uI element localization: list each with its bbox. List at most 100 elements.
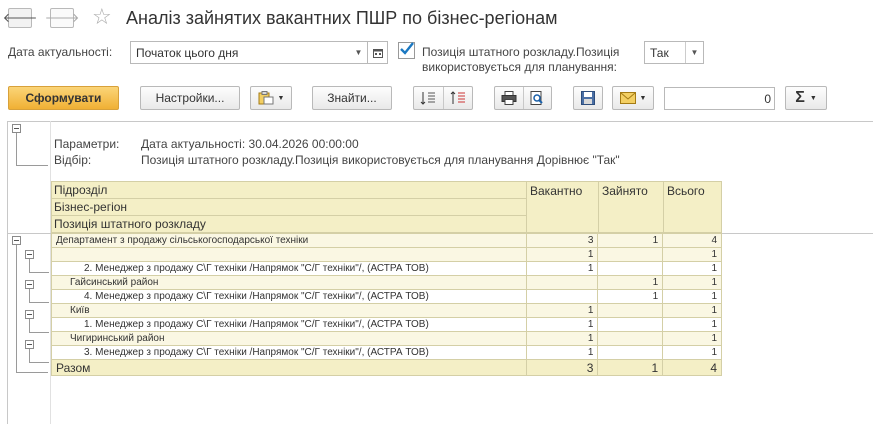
date-select[interactable]: Початок цього дня ▼ [130, 41, 368, 64]
tree-line [29, 272, 49, 273]
header-occupied: Зайнято [602, 184, 648, 198]
row-vacant[interactable]: 3 [525, 233, 599, 248]
chevron-down-icon[interactable]: ▼ [350, 42, 367, 63]
row-occupied[interactable] [597, 331, 664, 346]
header-subdivision: Підрозділ [54, 183, 108, 197]
table-row[interactable]: Гайсинський район 1 1 [51, 275, 722, 290]
expand-all-button[interactable] [414, 87, 444, 109]
row-label[interactable]: Гайсинський район [51, 275, 527, 290]
row-occupied[interactable]: 1 [597, 233, 664, 248]
table-row[interactable]: 11 [51, 247, 722, 262]
collapse-all-button[interactable] [444, 87, 473, 109]
row-total[interactable]: 1 [662, 345, 722, 360]
row-vacant[interactable]: 1 [525, 247, 599, 262]
collapse-header-icon[interactable] [12, 124, 21, 133]
params-label: Параметри: [54, 137, 120, 151]
row-label[interactable]: 3. Менеджер з продажу С\Г техніки /Напря… [51, 345, 527, 360]
row-occupied[interactable] [597, 261, 664, 276]
grid-top-border [7, 121, 873, 122]
chevron-down-icon[interactable]: ▼ [685, 42, 703, 63]
table-row[interactable]: Київ 1 1 [51, 303, 722, 318]
table-row[interactable]: 2. Менеджер з продажу С\Г техніки /Напря… [51, 261, 722, 276]
row-occupied[interactable]: 1 [597, 275, 664, 290]
tree-line [29, 349, 30, 362]
send-email-button[interactable]: ▼ [612, 86, 654, 110]
table-row[interactable]: 3. Менеджер з продажу С\Г техніки /Напря… [51, 345, 722, 360]
print-group [494, 86, 552, 110]
row-occupied[interactable] [597, 303, 664, 318]
total-vacant[interactable]: 3 [525, 359, 599, 376]
total-total[interactable]: 4 [662, 359, 722, 376]
row-total[interactable]: 1 [662, 247, 722, 262]
row-vacant[interactable]: 1 [525, 345, 599, 360]
report-table: Департамент з продажу сільськогосподарсь… [51, 233, 722, 376]
grid-left-border [7, 121, 8, 424]
collapse-group-icon[interactable] [25, 280, 34, 289]
tree-line [29, 362, 49, 363]
total-occupied[interactable]: 1 [597, 359, 664, 376]
preview-button[interactable] [524, 87, 552, 109]
row-label[interactable]: Чигиринський район [51, 331, 527, 346]
row-vacant[interactable]: 1 [525, 317, 599, 332]
row-total[interactable]: 4 [662, 233, 722, 248]
row-occupied[interactable] [597, 317, 664, 332]
position-label: Позиція штатного розкладу.Позиція викори… [422, 45, 619, 75]
sum-field[interactable]: 0 [664, 87, 775, 110]
save-button[interactable] [573, 86, 603, 110]
header-sep [52, 215, 527, 216]
row-vacant[interactable] [525, 275, 599, 290]
collapse-group-icon[interactable] [25, 340, 34, 349]
row-label[interactable]: 1. Менеджер з продажу С\Г техніки /Напря… [51, 317, 527, 332]
row-vacant[interactable]: 1 [525, 331, 599, 346]
row-label[interactable]: 4. Менеджер з продажу С\Г техніки /Напря… [51, 289, 527, 304]
page-title: Аналіз зайнятих вакантних ПШР по бізнес-… [126, 8, 558, 28]
row-total[interactable]: 1 [662, 261, 722, 276]
settings-button[interactable]: Настройки... [140, 86, 240, 110]
table-row[interactable]: 1. Менеджер з продажу С\Г техніки /Напря… [51, 317, 722, 332]
row-occupied[interactable] [597, 345, 664, 360]
printer-icon [501, 91, 517, 105]
table-row[interactable]: 4. Менеджер з продажу С\Г техніки /Напря… [51, 289, 722, 304]
row-label[interactable]: Київ [51, 303, 527, 318]
generate-button[interactable]: Сформувати [8, 86, 119, 110]
row-total[interactable]: 1 [662, 331, 722, 346]
collapse-group-icon[interactable] [25, 250, 34, 259]
row-label[interactable] [51, 247, 527, 262]
favorite-star-icon[interactable]: ☆ [92, 4, 112, 30]
row-vacant[interactable] [525, 289, 599, 304]
chevron-down-icon: ▼ [277, 94, 285, 102]
print-button[interactable] [495, 87, 524, 109]
row-vacant[interactable]: 1 [525, 261, 599, 276]
row-total[interactable]: 1 [662, 275, 722, 290]
variants-button[interactable]: ▼ [250, 86, 292, 110]
forward-button[interactable]: 🡒 [45, 8, 79, 28]
row-total[interactable]: 1 [662, 289, 722, 304]
collapse-group-icon[interactable] [25, 310, 34, 319]
tree-line [16, 372, 48, 373]
row-occupied[interactable] [597, 247, 664, 262]
table-row[interactable]: Департамент з продажу сільськогосподарсь… [51, 233, 722, 248]
filter-value: Позиція штатного розкладу.Позиція викори… [141, 153, 620, 167]
position-checkbox[interactable] [398, 42, 415, 59]
position-label-line1: Позиція штатного розкладу.Позиція [422, 45, 620, 59]
total-label[interactable]: Разом [51, 359, 527, 376]
checkmark-icon [400, 42, 414, 55]
row-occupied[interactable]: 1 [597, 289, 664, 304]
find-button[interactable]: Знайти... [312, 86, 392, 110]
back-button[interactable]: 🡐 [3, 8, 37, 28]
collapse-group-icon[interactable] [12, 236, 21, 245]
row-total[interactable]: 1 [662, 317, 722, 332]
sum-value: 0 [764, 91, 771, 106]
calendar-button[interactable] [368, 41, 388, 64]
row-label[interactable]: 2. Менеджер з продажу С\Г техніки /Напря… [51, 261, 527, 276]
row-vacant[interactable]: 1 [525, 303, 599, 318]
position-value-select[interactable]: Так ▼ [644, 41, 704, 64]
header-total: Всього [667, 184, 705, 198]
row-total[interactable]: 1 [662, 303, 722, 318]
total-row[interactable]: Разом 3 1 4 [51, 359, 722, 376]
sum-mode-button[interactable]: Σ ▼ [785, 86, 827, 110]
row-label[interactable]: Департамент з продажу сільськогосподарсь… [51, 233, 527, 248]
tree-line [29, 332, 49, 333]
table-row[interactable]: Чигиринський район 1 1 [51, 331, 722, 346]
envelope-icon [619, 92, 636, 104]
